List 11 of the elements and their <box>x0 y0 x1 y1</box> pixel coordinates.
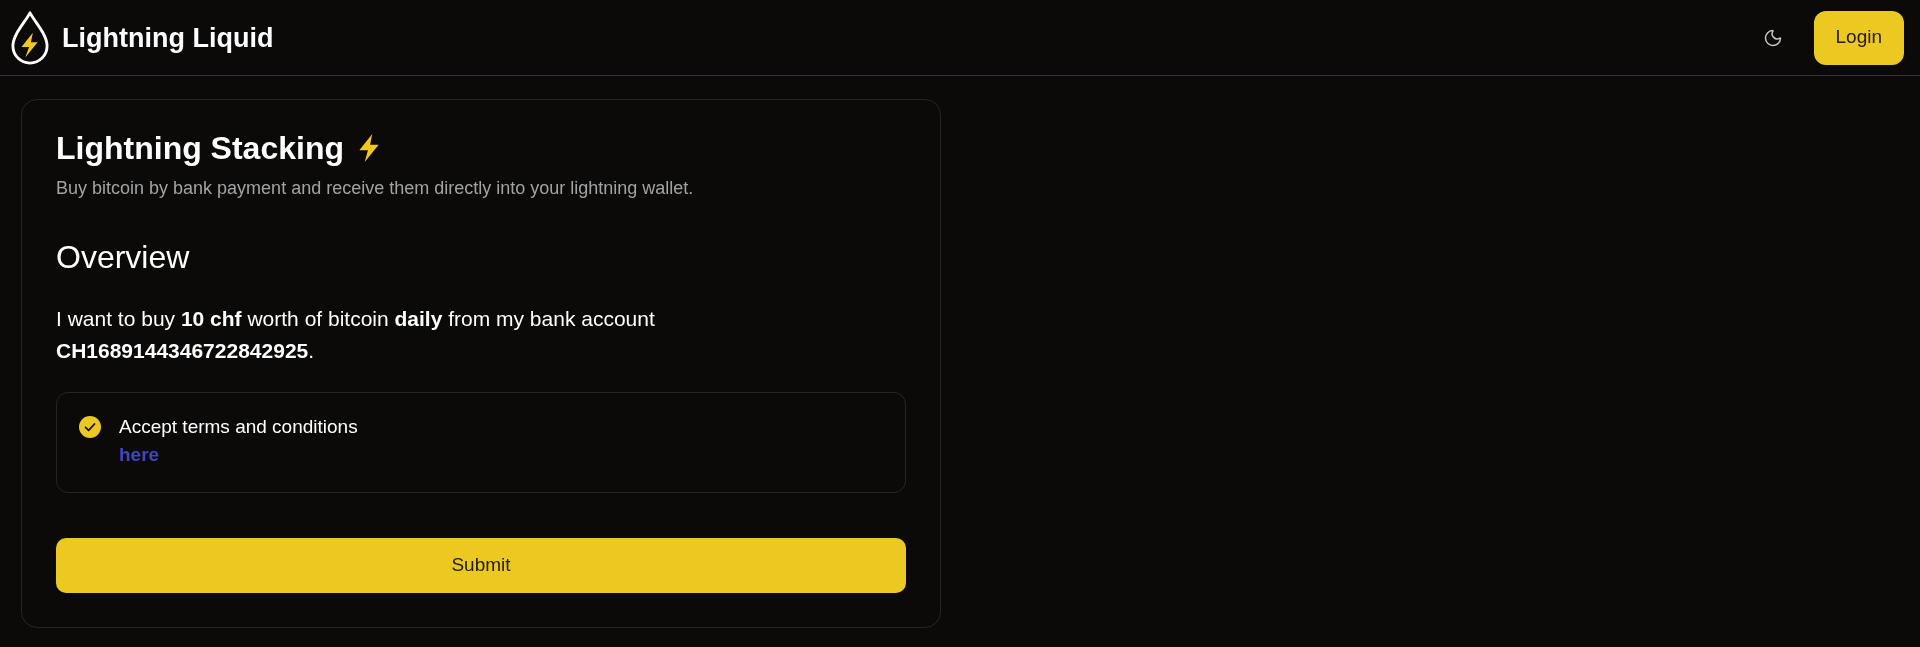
card-title: Lightning Stacking <box>56 129 344 168</box>
section-title: Overview <box>56 238 191 277</box>
checkbox-checked-icon[interactable] <box>79 416 101 438</box>
moon-icon <box>1762 27 1783 48</box>
brand-title: Lightning Liquid <box>62 21 274 55</box>
terms-label: Accept terms and conditions <box>119 415 358 439</box>
login-button[interactable]: Login <box>1813 10 1904 65</box>
card-subtitle: Buy bitcoin by bank payment and receive them directly into your lightning wallet. <box>56 177 695 200</box>
summary-text: I want to buy 10 chf worth of bitcoin daily from my bank account CH1689144346722842925. <box>56 306 656 364</box>
logo-icon <box>9 10 51 65</box>
submit-button[interactable]: Submit <box>56 538 906 593</box>
